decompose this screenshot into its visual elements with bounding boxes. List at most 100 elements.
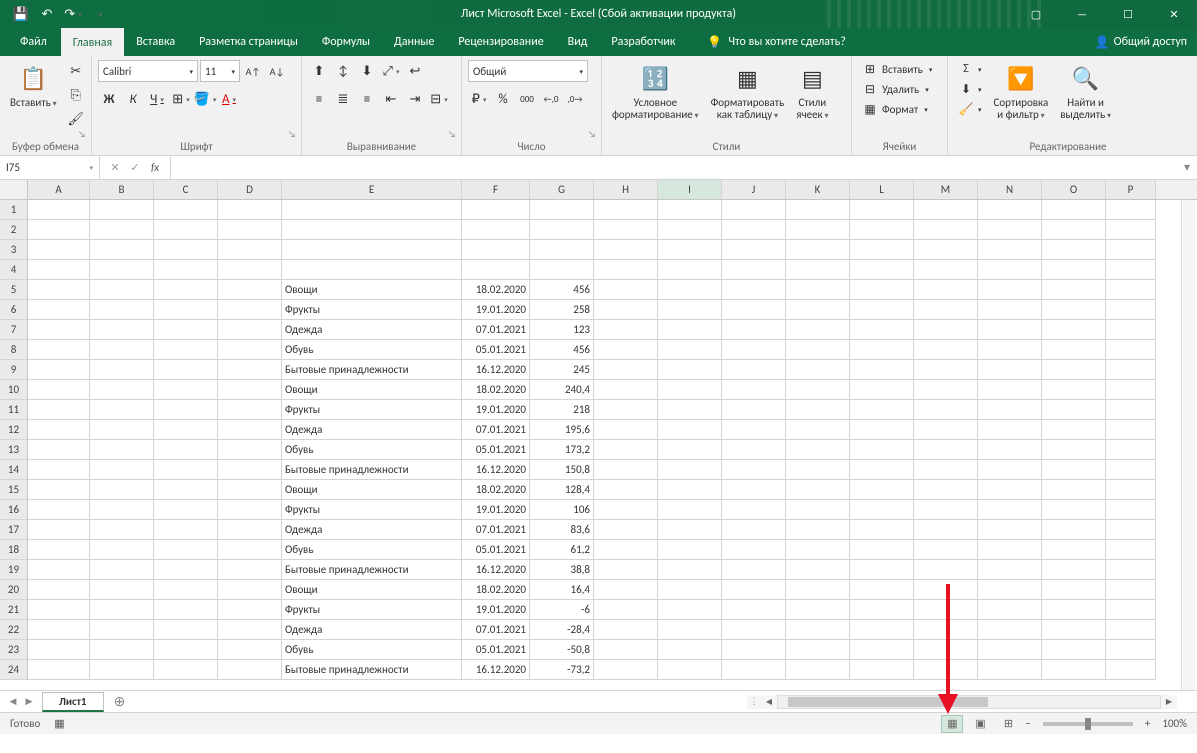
cell-F21[interactable]: 19.01.2020 — [462, 600, 530, 620]
cell-N17[interactable] — [978, 520, 1042, 540]
cell-B24[interactable] — [90, 660, 154, 680]
cell-I23[interactable] — [658, 640, 722, 660]
cell-K5[interactable] — [786, 280, 850, 300]
decrease-font-icon[interactable]: A↓ — [266, 60, 288, 82]
cell-G6[interactable]: 258 — [530, 300, 594, 320]
sheet-tab-1[interactable]: Лист1 — [42, 692, 104, 712]
cell-N6[interactable] — [978, 300, 1042, 320]
cell-M13[interactable] — [914, 440, 978, 460]
save-icon[interactable]: 💾 — [10, 3, 32, 25]
cell-P13[interactable] — [1106, 440, 1156, 460]
font-color-icon[interactable]: А — [218, 88, 240, 110]
cell-O5[interactable] — [1042, 280, 1106, 300]
cell-N8[interactable] — [978, 340, 1042, 360]
copy-icon[interactable]: ⎘ — [65, 84, 87, 106]
orientation-icon[interactable]: ⤢ — [380, 60, 402, 82]
cell-H17[interactable] — [594, 520, 658, 540]
cell-O9[interactable] — [1042, 360, 1106, 380]
cell-P7[interactable] — [1106, 320, 1156, 340]
row-header-24[interactable]: 24 — [0, 660, 28, 680]
cell-E5[interactable]: Овощи — [282, 280, 462, 300]
cell-I12[interactable] — [658, 420, 722, 440]
column-header-G[interactable]: G — [530, 180, 594, 199]
cell-F18[interactable]: 05.01.2021 — [462, 540, 530, 560]
cell-G21[interactable]: -6 — [530, 600, 594, 620]
share-button[interactable]: 👤 Общий доступ — [1095, 28, 1187, 56]
cell-A23[interactable] — [28, 640, 90, 660]
cell-C7[interactable] — [154, 320, 218, 340]
cell-B14[interactable] — [90, 460, 154, 480]
row-header-10[interactable]: 10 — [0, 380, 28, 400]
column-header-I[interactable]: I — [658, 180, 722, 199]
font-dialog-launcher-icon[interactable]: ↘ — [285, 127, 299, 141]
cell-C4[interactable] — [154, 260, 218, 280]
cell-L15[interactable] — [850, 480, 914, 500]
cell-P3[interactable] — [1106, 240, 1156, 260]
cell-E10[interactable]: Овощи — [282, 380, 462, 400]
cell-E4[interactable] — [282, 260, 462, 280]
sort-filter-button[interactable]: 🔽 Сортировка и фильтр — [990, 60, 1053, 123]
cell-I5[interactable] — [658, 280, 722, 300]
cell-M21[interactable] — [914, 600, 978, 620]
cell-A22[interactable] — [28, 620, 90, 640]
cell-G2[interactable] — [530, 220, 594, 240]
page-break-view-icon[interactable]: ⊞ — [997, 715, 1019, 733]
cell-C22[interactable] — [154, 620, 218, 640]
cell-O8[interactable] — [1042, 340, 1106, 360]
cell-D4[interactable] — [218, 260, 282, 280]
cell-P20[interactable] — [1106, 580, 1156, 600]
cell-L11[interactable] — [850, 400, 914, 420]
tab-review[interactable]: Рецензирование — [446, 28, 555, 56]
cell-C6[interactable] — [154, 300, 218, 320]
cell-G1[interactable] — [530, 200, 594, 220]
align-right-icon[interactable]: ≡ — [356, 88, 378, 110]
cell-F7[interactable]: 07.01.2021 — [462, 320, 530, 340]
decrease-decimal-icon[interactable]: ,0→ — [564, 88, 586, 110]
zoom-slider[interactable] — [1043, 722, 1133, 726]
formula-input[interactable] — [171, 156, 1177, 179]
cell-M3[interactable] — [914, 240, 978, 260]
find-select-button[interactable]: 🔍 Найти и выделить — [1056, 60, 1115, 123]
cell-M17[interactable] — [914, 520, 978, 540]
cell-J17[interactable] — [722, 520, 786, 540]
cell-E12[interactable]: Одежда — [282, 420, 462, 440]
cell-F6[interactable]: 19.01.2020 — [462, 300, 530, 320]
cell-A12[interactable] — [28, 420, 90, 440]
cell-L19[interactable] — [850, 560, 914, 580]
cell-I20[interactable] — [658, 580, 722, 600]
cell-L12[interactable] — [850, 420, 914, 440]
cell-P18[interactable] — [1106, 540, 1156, 560]
hscroll-right-icon[interactable]: ▶ — [1161, 697, 1177, 707]
cell-D8[interactable] — [218, 340, 282, 360]
cell-H21[interactable] — [594, 600, 658, 620]
cell-F14[interactable]: 16.12.2020 — [462, 460, 530, 480]
cell-D22[interactable] — [218, 620, 282, 640]
cell-J5[interactable] — [722, 280, 786, 300]
zoom-level[interactable]: 100% — [1162, 717, 1187, 730]
cell-G5[interactable]: 456 — [530, 280, 594, 300]
cell-E2[interactable] — [282, 220, 462, 240]
cell-E15[interactable]: Овощи — [282, 480, 462, 500]
cell-P8[interactable] — [1106, 340, 1156, 360]
cell-P4[interactable] — [1106, 260, 1156, 280]
cell-E8[interactable]: Обувь — [282, 340, 462, 360]
cell-G14[interactable]: 150,8 — [530, 460, 594, 480]
cell-J7[interactable] — [722, 320, 786, 340]
cell-L9[interactable] — [850, 360, 914, 380]
increase-indent-icon[interactable]: ⇥ — [404, 88, 426, 110]
cell-A19[interactable] — [28, 560, 90, 580]
cell-C13[interactable] — [154, 440, 218, 460]
cell-P10[interactable] — [1106, 380, 1156, 400]
row-header-22[interactable]: 22 — [0, 620, 28, 640]
cell-G10[interactable]: 240,4 — [530, 380, 594, 400]
cell-J23[interactable] — [722, 640, 786, 660]
cell-C19[interactable] — [154, 560, 218, 580]
cell-K16[interactable] — [786, 500, 850, 520]
cell-I15[interactable] — [658, 480, 722, 500]
row-header-20[interactable]: 20 — [0, 580, 28, 600]
cell-N22[interactable] — [978, 620, 1042, 640]
currency-icon[interactable]: ₽ — [468, 88, 490, 110]
column-header-A[interactable]: A — [28, 180, 90, 199]
cell-B11[interactable] — [90, 400, 154, 420]
column-header-O[interactable]: O — [1042, 180, 1106, 199]
